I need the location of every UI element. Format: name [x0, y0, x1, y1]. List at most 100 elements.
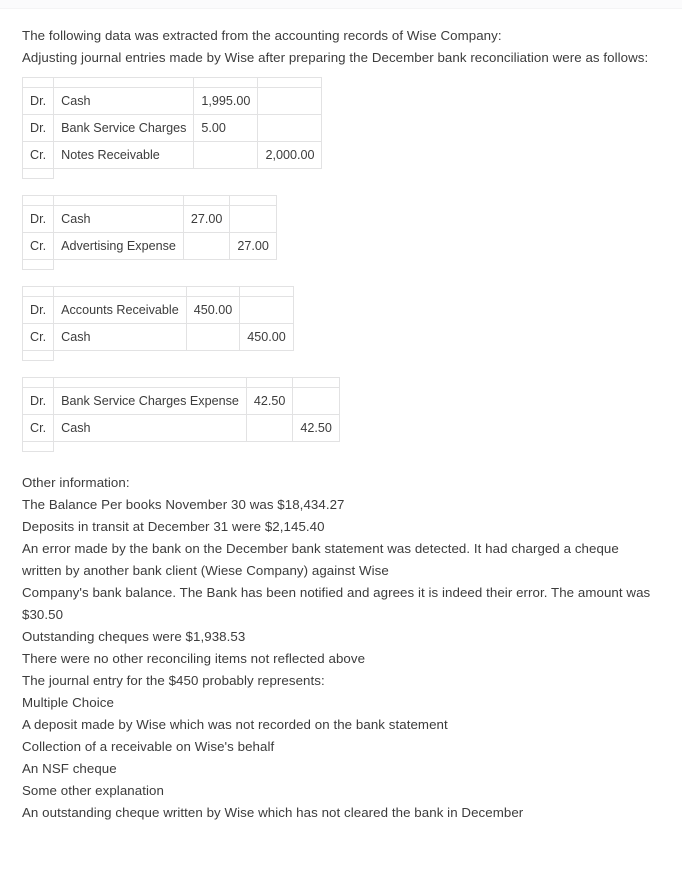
cell-debit: 1,995.00 [193, 87, 259, 115]
table-footer-row [21, 168, 322, 179]
footer-cell-blank [54, 442, 247, 452]
table-row: Dr. Accounts Receivable 450.00 [21, 296, 294, 324]
table-row: Cr. Advertising Expense 27.00 [21, 232, 277, 260]
other-information-line: An error made by the bank on the Decembe… [22, 541, 619, 578]
top-band [0, 0, 682, 9]
cell-account: Cash [53, 414, 247, 442]
cell-account: Bank Service Charges [53, 114, 195, 142]
footer-cell-blank [183, 260, 230, 270]
intro-line-2: Adjusting journal entries made by Wise a… [22, 50, 649, 65]
header-cell-debit [185, 286, 241, 297]
header-cell-account [53, 77, 195, 88]
table-row: Dr. Bank Service Charges Expense 42.50 [21, 387, 340, 415]
cell-credit [229, 205, 277, 233]
header-cell-credit [257, 77, 323, 88]
cell-account: Accounts Receivable [53, 296, 187, 324]
footer-cell-blank [54, 260, 184, 270]
journal-entry-table-3: Dr. Accounts Receivable 450.00 Cr. Cash … [21, 286, 294, 361]
header-cell-debit [245, 377, 294, 388]
answer-option[interactable]: An outstanding cheque written by Wise wh… [22, 802, 660, 824]
cell-type: Cr. [21, 323, 55, 351]
table-header-row [21, 377, 340, 388]
cell-credit [257, 114, 323, 142]
header-cell-type [21, 195, 55, 206]
question-prompt: The journal entry for the $450 probably … [22, 673, 325, 688]
footer-cell-blank [194, 169, 258, 179]
cell-account: Cash [53, 205, 184, 233]
footer-cell-blank [240, 351, 294, 361]
table-row: Cr. Cash 450.00 [21, 323, 294, 351]
cell-credit: 42.50 [292, 414, 340, 442]
cell-debit [193, 141, 259, 169]
footer-cell-blank [54, 351, 187, 361]
table-header-row [21, 77, 323, 88]
table-row: Dr. Cash 1,995.00 [21, 87, 323, 115]
cell-debit [185, 323, 241, 351]
intro-paragraphs: The following data was extracted from th… [22, 25, 660, 69]
cell-account: Cash [53, 323, 187, 351]
cell-type: Cr. [21, 232, 55, 260]
header-cell-debit [182, 195, 231, 206]
table-row: Dr. Bank Service Charges 5.00 [21, 114, 323, 142]
cell-credit [257, 87, 323, 115]
footer-cell-blank [258, 169, 322, 179]
answer-option[interactable]: Some other explanation [22, 780, 660, 802]
cell-type: Dr. [21, 387, 55, 415]
table-header-row [21, 286, 294, 297]
other-information-line: Outstanding cheques were $1,938.53 [22, 629, 246, 644]
journal-entry-table-4: Dr. Bank Service Charges Expense 42.50 C… [21, 377, 340, 452]
cell-credit [239, 296, 294, 324]
header-cell-account [53, 195, 184, 206]
answer-option[interactable]: A deposit made by Wise which was not rec… [22, 714, 660, 736]
cell-debit: 5.00 [193, 114, 259, 142]
table-footer-row [21, 441, 340, 452]
cell-type: Dr. [21, 205, 55, 233]
cell-account: Advertising Expense [53, 232, 184, 260]
header-cell-type [21, 286, 55, 297]
cell-type: Dr. [21, 296, 55, 324]
cell-type: Cr. [21, 141, 55, 169]
footer-cell-stub [21, 350, 55, 361]
footer-cell-blank [54, 169, 194, 179]
cell-credit: 450.00 [239, 323, 294, 351]
header-cell-type [21, 77, 55, 88]
other-information-line: The Balance Per books November 30 was $1… [22, 497, 345, 512]
table-footer-row [21, 259, 277, 270]
cell-debit [245, 414, 294, 442]
header-cell-credit [229, 195, 277, 206]
footer-cell-stub [21, 259, 55, 270]
cell-credit: 27.00 [229, 232, 277, 260]
footer-cell-blank [293, 442, 340, 452]
other-information-line: There were no other reconciling items no… [22, 651, 366, 666]
cell-credit [292, 387, 340, 415]
header-cell-account [53, 377, 247, 388]
footer-cell-blank [230, 260, 277, 270]
other-information-line: Company's bank balance. The Bank has bee… [22, 585, 651, 622]
header-cell-debit [193, 77, 259, 88]
header-cell-account [53, 286, 187, 297]
header-cell-credit [292, 377, 340, 388]
footer-cell-stub [21, 441, 55, 452]
answer-option[interactable]: Collection of a receivable on Wise's beh… [22, 736, 660, 758]
header-cell-type [21, 377, 55, 388]
cell-account: Cash [53, 87, 195, 115]
table-row: Cr. Notes Receivable 2,000.00 [21, 141, 323, 169]
cell-debit [182, 232, 231, 260]
cell-account: Bank Service Charges Expense [53, 387, 247, 415]
table-row: Cr. Cash 42.50 [21, 414, 340, 442]
question-section: The journal entry for the $450 probably … [22, 670, 660, 824]
cell-debit: 450.00 [185, 296, 241, 324]
cell-debit: 27.00 [182, 205, 231, 233]
other-information-line: Deposits in transit at December 31 were … [22, 519, 325, 534]
cell-type: Dr. [21, 114, 55, 142]
footer-cell-blank [246, 442, 293, 452]
cell-type: Dr. [21, 87, 55, 115]
table-footer-row [21, 350, 294, 361]
table-row: Dr. Cash 27.00 [21, 205, 277, 233]
header-cell-credit [239, 286, 294, 297]
question-type-label: Multiple Choice [22, 695, 114, 710]
other-information-heading: Other information: [22, 475, 130, 490]
answer-option[interactable]: An NSF cheque [22, 758, 660, 780]
journal-entry-table-2: Dr. Cash 27.00 Cr. Advertising Expense 2… [21, 195, 277, 270]
cell-debit: 42.50 [245, 387, 294, 415]
